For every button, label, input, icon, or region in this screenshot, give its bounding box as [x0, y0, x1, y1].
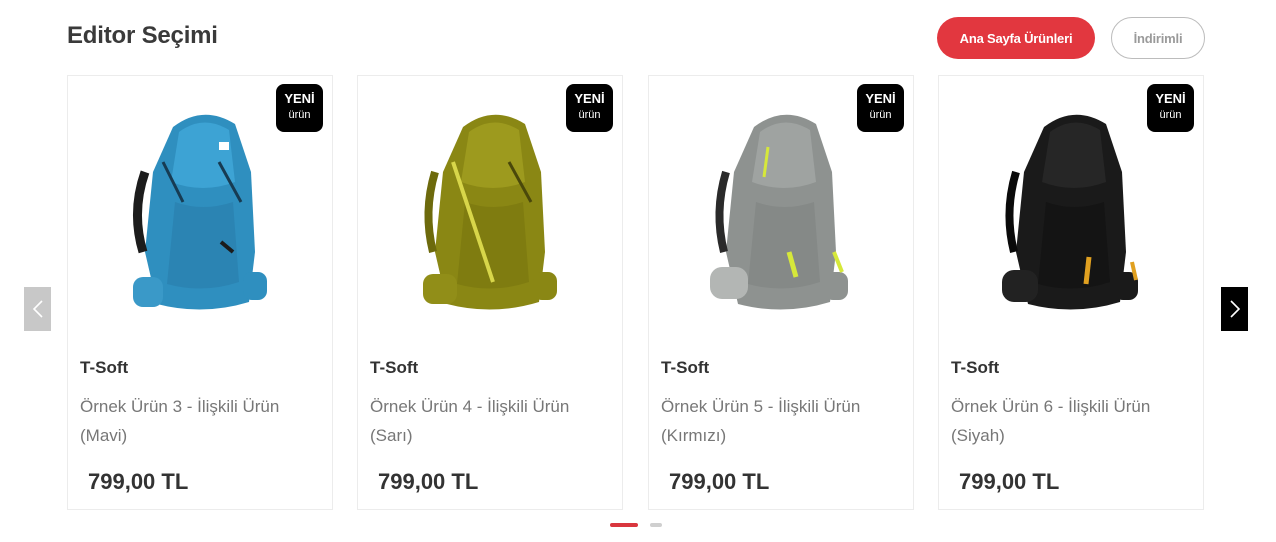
product-image[interactable]: YENİ ürün: [939, 76, 1203, 336]
chevron-left-icon: [32, 300, 43, 318]
product-brand[interactable]: T-Soft: [370, 358, 418, 378]
product-price: 799,00 TL: [378, 469, 479, 494]
product-brand[interactable]: T-Soft: [80, 358, 128, 378]
product-name[interactable]: Örnek Ürün 3 - İlişkili Ürün (Mavi): [80, 392, 320, 450]
section-title: Editor Seçimi: [67, 22, 218, 49]
product-card[interactable]: YENİ ürün T-Soft Örnek Ürün 4 - İlişkili…: [357, 75, 623, 510]
badge-line1: YENİ: [865, 91, 896, 106]
product-price: 799,00 TL: [88, 469, 189, 494]
tab-discounted[interactable]: İndirimli: [1111, 17, 1205, 59]
badge-line2: ürün: [869, 109, 892, 121]
badge-line2: ürün: [578, 109, 601, 121]
product-image[interactable]: YENİ ürün: [649, 76, 913, 336]
product-brand[interactable]: T-Soft: [661, 358, 709, 378]
badge-line1: YENİ: [284, 91, 315, 106]
product-name[interactable]: Örnek Ürün 5 - İlişkili Ürün (Kırmızı): [661, 392, 901, 450]
product-name[interactable]: Örnek Ürün 4 - İlişkili Ürün (Sarı): [370, 392, 610, 450]
product-card[interactable]: YENİ ürün T-Soft Örnek Ürün 5 - İlişkili…: [648, 75, 914, 510]
new-product-badge: YENİ ürün: [857, 84, 904, 132]
badge-line1: YENİ: [574, 91, 605, 106]
badge-line1: YENİ: [1155, 91, 1186, 106]
backpack-olive-image: [423, 114, 557, 310]
product-brand[interactable]: T-Soft: [951, 358, 999, 378]
tab-home-products[interactable]: Ana Sayfa Ürünleri: [937, 17, 1095, 59]
new-product-badge: YENİ ürün: [276, 84, 323, 132]
carousel-next-button[interactable]: [1221, 287, 1248, 331]
backpack-grey-image: [710, 114, 848, 310]
chevron-right-icon: [1229, 300, 1240, 318]
product-card[interactable]: YENİ ürün T-Soft Örnek Ürün 3 - İlişkili…: [67, 75, 333, 510]
carousel-dot[interactable]: [650, 523, 662, 527]
product-price: 799,00 TL: [959, 469, 1060, 494]
badge-line2: ürün: [288, 109, 311, 121]
backpack-black-image: [1002, 114, 1138, 310]
product-image[interactable]: YENİ ürün: [358, 76, 622, 336]
badge-line2: ürün: [1159, 109, 1182, 121]
new-product-badge: YENİ ürün: [1147, 84, 1194, 132]
product-price: 799,00 TL: [669, 469, 770, 494]
product-image[interactable]: YENİ ürün: [68, 76, 332, 336]
product-name[interactable]: Örnek Ürün 6 - İlişkili Ürün (Siyah): [951, 392, 1191, 450]
carousel-dot-active[interactable]: [610, 523, 638, 527]
backpack-blue-image: [133, 114, 267, 310]
product-card[interactable]: YENİ ürün T-Soft Örnek Ürün 6 - İlişkili…: [938, 75, 1204, 510]
carousel-prev-button[interactable]: [24, 287, 51, 331]
new-product-badge: YENİ ürün: [566, 84, 613, 132]
